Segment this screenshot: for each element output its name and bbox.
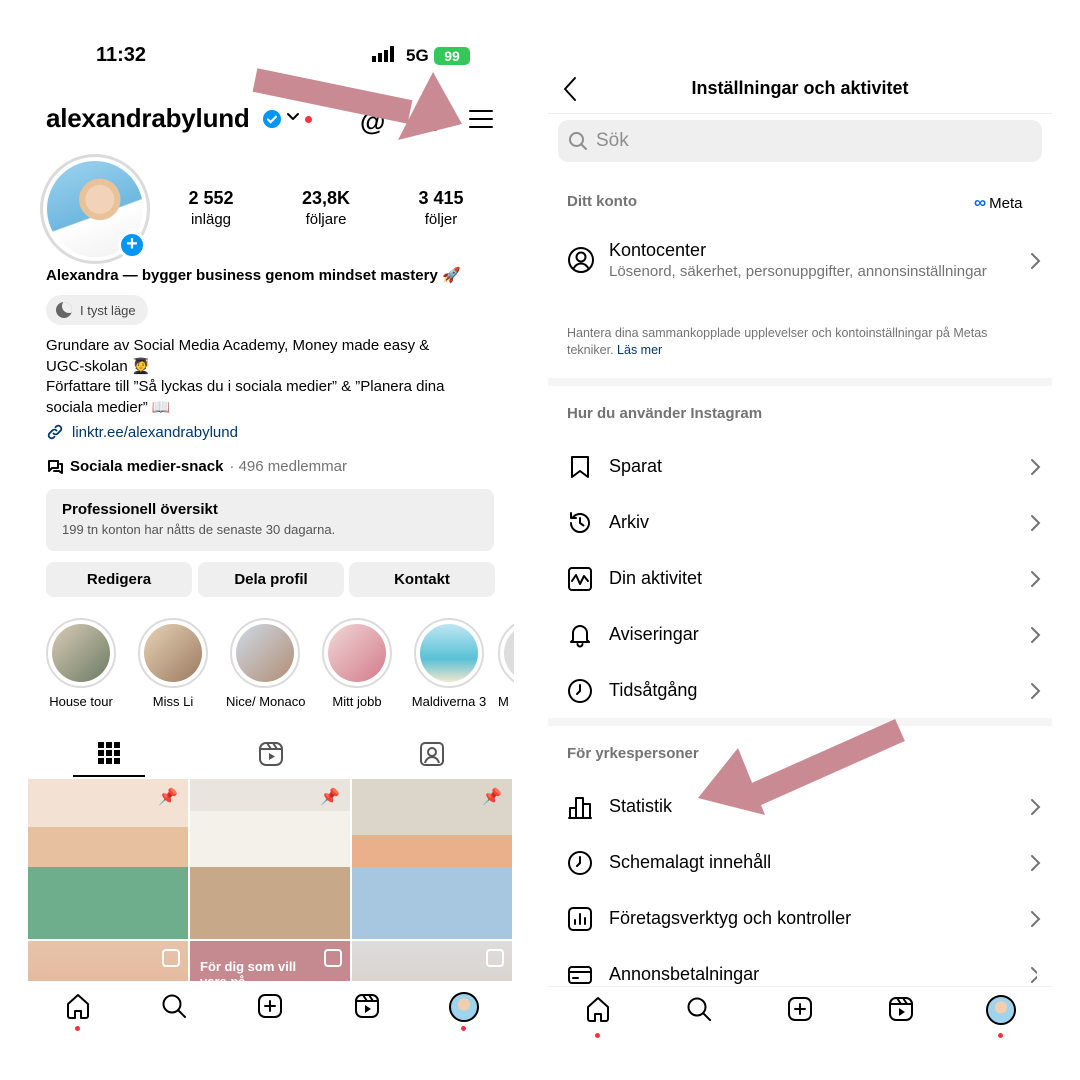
screenshot-collage: 11:32 5G 99 alexandrabylund @ + 2 552 inl… — [0, 0, 1080, 1080]
annotation-arrows — [252, 68, 905, 815]
arrow-to-statistik — [698, 719, 905, 815]
arrow-to-menu-icon — [252, 68, 462, 140]
